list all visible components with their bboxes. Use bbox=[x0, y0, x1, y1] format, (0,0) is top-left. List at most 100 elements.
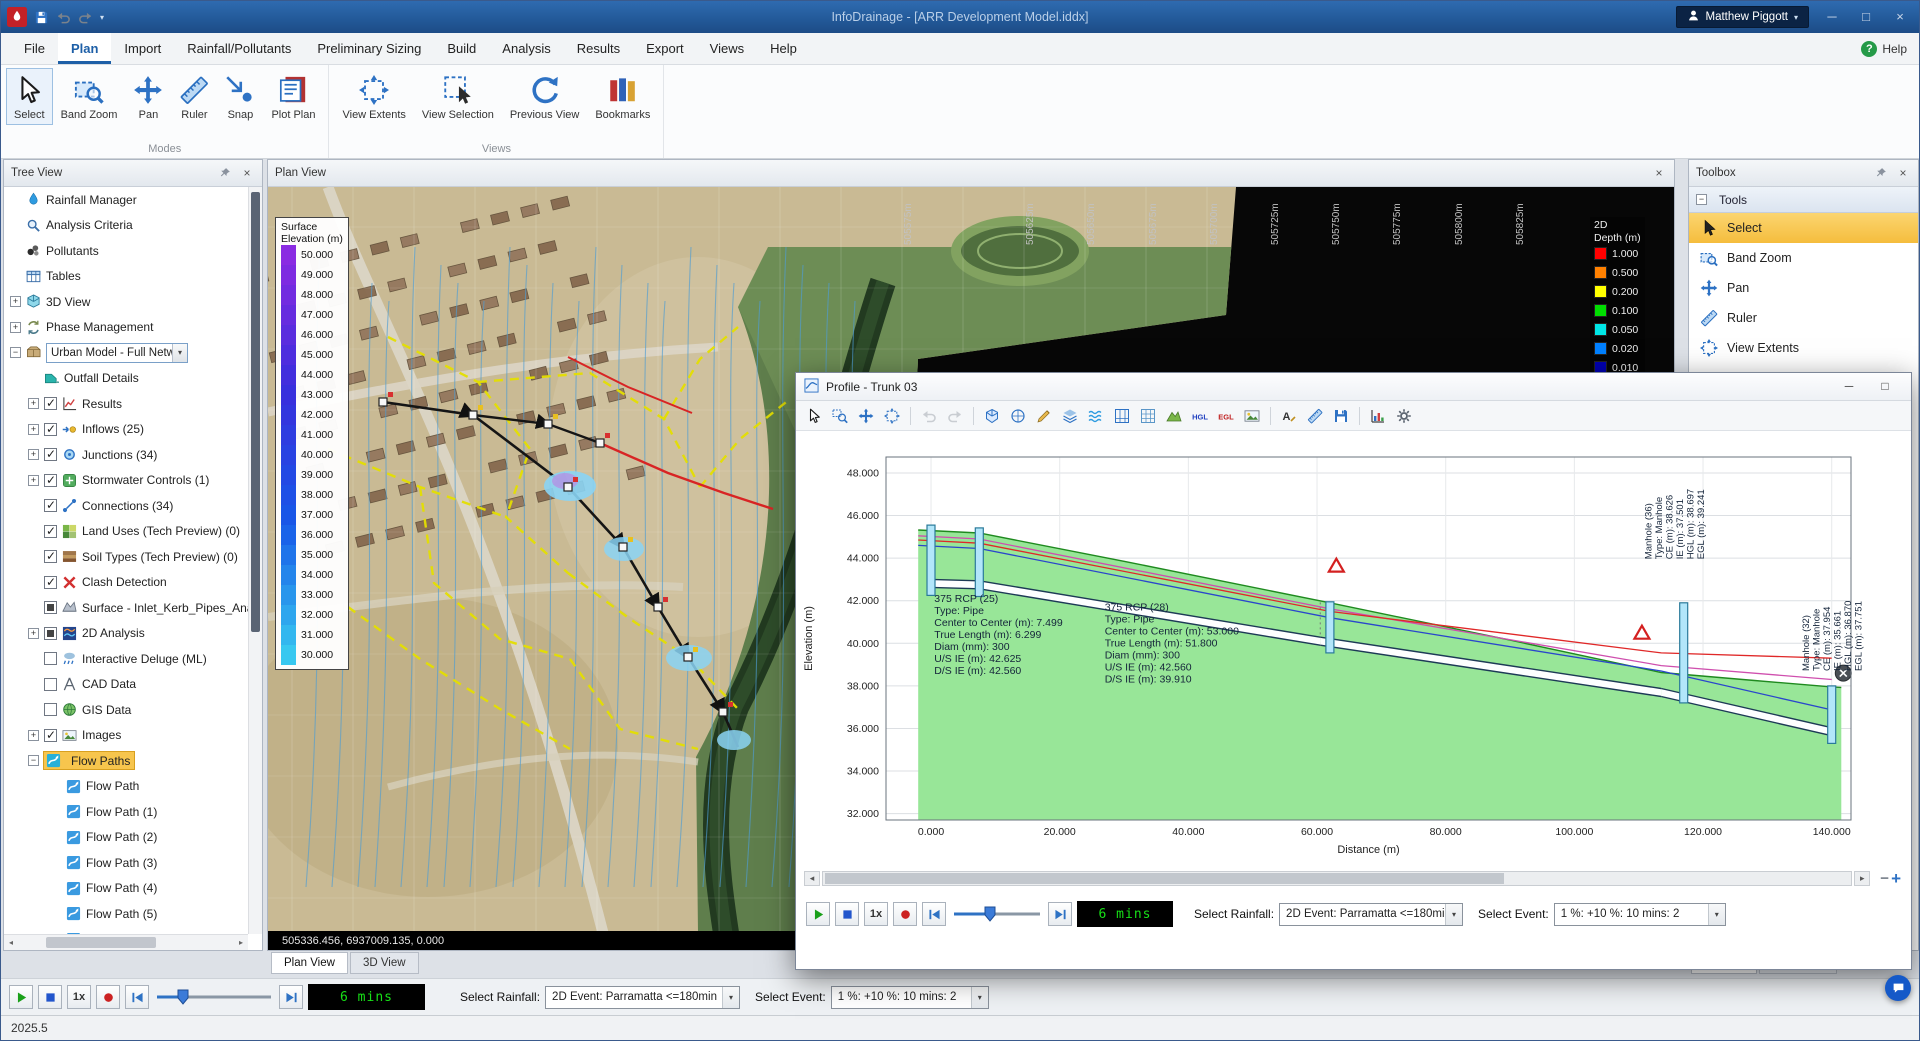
scroll-left-button[interactable]: ◂ bbox=[804, 871, 820, 886]
tree-checkbox[interactable] bbox=[44, 601, 57, 614]
tree-item-3d-view[interactable]: +3D View bbox=[4, 289, 248, 315]
menu-tab-export[interactable]: Export bbox=[633, 33, 697, 64]
collapse-icon[interactable]: − bbox=[1696, 194, 1707, 205]
zoom-out-button[interactable]: − bbox=[1880, 870, 1889, 887]
maximize-button[interactable]: □ bbox=[1867, 373, 1903, 400]
compass-icon[interactable] bbox=[1006, 404, 1030, 428]
time-slider[interactable] bbox=[154, 986, 274, 1008]
tree-expander-icon[interactable]: + bbox=[10, 296, 21, 307]
skip-start-button[interactable] bbox=[125, 985, 149, 1009]
tree-item-cad-data[interactable]: CAD Data bbox=[4, 672, 248, 698]
pencil-icon[interactable] bbox=[1032, 404, 1056, 428]
tree-item-images[interactable]: +Images bbox=[4, 723, 248, 749]
band-zoom-button[interactable]: Band Zoom bbox=[53, 68, 126, 125]
tree-item-gis-data[interactable]: GIS Data bbox=[4, 697, 248, 723]
tree-checkbox[interactable] bbox=[44, 423, 57, 436]
redo-icon[interactable] bbox=[78, 10, 93, 25]
select-icon[interactable] bbox=[802, 404, 826, 428]
toolbox-item-select[interactable]: Select bbox=[1689, 213, 1918, 243]
tree-item-flow-path-6[interactable]: Flow Path (6) bbox=[4, 927, 248, 935]
close-icon[interactable]: × bbox=[1895, 166, 1911, 180]
tree-item-stormwater-controls-1[interactable]: +Stormwater Controls (1) bbox=[4, 468, 248, 494]
tree-checkbox[interactable] bbox=[44, 448, 57, 461]
maximize-button[interactable]: □ bbox=[1849, 1, 1883, 33]
minimize-button[interactable]: ─ bbox=[1815, 1, 1849, 33]
tree-expander-icon[interactable]: − bbox=[28, 755, 39, 766]
undo-icon[interactable] bbox=[917, 404, 941, 428]
chart-options-icon[interactable] bbox=[1366, 404, 1390, 428]
grid-icon[interactable] bbox=[1136, 404, 1160, 428]
save-icon[interactable] bbox=[34, 10, 49, 25]
tree-item-flow-path-1[interactable]: Flow Path (1) bbox=[4, 799, 248, 825]
water-levels-icon[interactable] bbox=[1084, 404, 1108, 428]
tree-item-interactive-deluge-ml[interactable]: Interactive Deluge (ML) bbox=[4, 646, 248, 672]
tree-expander-icon[interactable]: + bbox=[28, 424, 39, 435]
tree-item-urban-model-full-network-sto[interactable]: −Urban Model - Full Network (Sto▾ bbox=[4, 340, 248, 366]
scroll-right-icon[interactable]: ▸ bbox=[234, 938, 248, 947]
toolbox-item-pan[interactable]: Pan bbox=[1689, 273, 1918, 303]
tree-item-phase-management[interactable]: +Phase Management bbox=[4, 315, 248, 341]
profile-scrollbar[interactable] bbox=[822, 871, 1852, 886]
stop-button[interactable] bbox=[835, 902, 859, 926]
tree-checkbox[interactable] bbox=[44, 652, 57, 665]
skip-start-button[interactable] bbox=[922, 902, 946, 926]
menu-tab-analysis[interactable]: Analysis bbox=[489, 33, 563, 64]
time-slider[interactable] bbox=[951, 903, 1043, 925]
scroll-right-button[interactable]: ▸ bbox=[1854, 871, 1870, 886]
event-dropdown[interactable]: 1 %: +10 %: 10 mins: 2▾ bbox=[1554, 903, 1726, 926]
tree-item-surface-inlet-kerb-pipes-ana[interactable]: Surface - Inlet_Kerb_Pipes_Ana bbox=[4, 595, 248, 621]
snap-button[interactable]: Snap bbox=[217, 68, 263, 125]
menu-tab-views[interactable]: Views bbox=[697, 33, 757, 64]
plot-plan-button[interactable]: Plot Plan bbox=[263, 68, 323, 125]
tree-checkbox[interactable] bbox=[44, 703, 57, 716]
tree-checkbox[interactable] bbox=[44, 576, 57, 589]
tree-item-results[interactable]: +Results bbox=[4, 391, 248, 417]
menu-tab-results[interactable]: Results bbox=[564, 33, 633, 64]
redo-icon[interactable] bbox=[943, 404, 967, 428]
help-chat-button[interactable] bbox=[1885, 975, 1911, 1001]
undo-icon[interactable] bbox=[56, 10, 71, 25]
tree-item-rainfall-manager[interactable]: Rainfall Manager bbox=[4, 187, 248, 213]
pan-icon[interactable] bbox=[854, 404, 878, 428]
tree-checkbox[interactable] bbox=[44, 474, 57, 487]
toolbox-item-ruler[interactable]: Ruler bbox=[1689, 303, 1918, 333]
tree-expander-icon[interactable]: + bbox=[28, 628, 39, 639]
toolbox-item-view-extents[interactable]: View Extents bbox=[1689, 333, 1918, 363]
tree-item-soil-types-tech-preview-0[interactable]: Soil Types (Tech Preview) (0) bbox=[4, 544, 248, 570]
customize-icon[interactable]: ▾ bbox=[100, 13, 104, 22]
tree-item-inflows-25[interactable]: +Inflows (25) bbox=[4, 417, 248, 443]
tree-expander-icon[interactable]: + bbox=[28, 730, 39, 741]
minimize-button[interactable]: ─ bbox=[1831, 373, 1867, 400]
view-selection-button[interactable]: View Selection bbox=[414, 68, 502, 125]
help-link[interactable]: ? Help bbox=[1861, 33, 1907, 64]
tree-item-pollutants[interactable]: Pollutants bbox=[4, 238, 248, 264]
pan-button[interactable]: Pan bbox=[125, 68, 171, 125]
bookmarks-button[interactable]: Bookmarks bbox=[587, 68, 658, 125]
model-selector-combobox[interactable]: Urban Model - Full Network (Sto▾ bbox=[46, 343, 188, 363]
menu-tab-preliminary-sizing[interactable]: Preliminary Sizing bbox=[304, 33, 434, 64]
terrain-icon[interactable] bbox=[1162, 404, 1186, 428]
event-dropdown[interactable]: 1 %: +10 %: 10 mins: 2▾ bbox=[831, 986, 989, 1009]
pin-icon[interactable] bbox=[1873, 167, 1889, 179]
close-icon[interactable]: × bbox=[239, 166, 255, 180]
tree-checkbox[interactable] bbox=[44, 397, 57, 410]
menu-tab-rainfall-pollutants[interactable]: Rainfall/Pollutants bbox=[174, 33, 304, 64]
profile-window-titlebar[interactable]: Profile - Trunk 03 ─ □ bbox=[796, 373, 1911, 401]
view-tab-3d-view[interactable]: 3D View bbox=[350, 952, 419, 974]
tree-item-flow-path-2[interactable]: Flow Path (2) bbox=[4, 825, 248, 851]
profile-chart[interactable]: 32.00034.00036.00038.00040.00042.00044.0… bbox=[798, 431, 1908, 863]
tree-item-analysis-criteria[interactable]: Analysis Criteria bbox=[4, 213, 248, 239]
tree-item-tables[interactable]: Tables bbox=[4, 264, 248, 290]
tree-checkbox[interactable] bbox=[44, 550, 57, 563]
tree-expander-icon[interactable]: + bbox=[28, 475, 39, 486]
save-icon[interactable] bbox=[1329, 404, 1353, 428]
menu-tab-import[interactable]: Import bbox=[111, 33, 174, 64]
close-icon[interactable]: × bbox=[1651, 166, 1667, 180]
select-button[interactable]: Select bbox=[6, 68, 53, 125]
cube-icon[interactable] bbox=[980, 404, 1004, 428]
zoom-in-button[interactable]: + bbox=[1891, 869, 1901, 889]
tree-checkbox[interactable] bbox=[44, 678, 57, 691]
tree-item-flow-path[interactable]: Flow Path bbox=[4, 774, 248, 800]
hgl-icon[interactable]: HGL bbox=[1188, 404, 1212, 428]
tree-item-clash-detection[interactable]: Clash Detection bbox=[4, 570, 248, 596]
